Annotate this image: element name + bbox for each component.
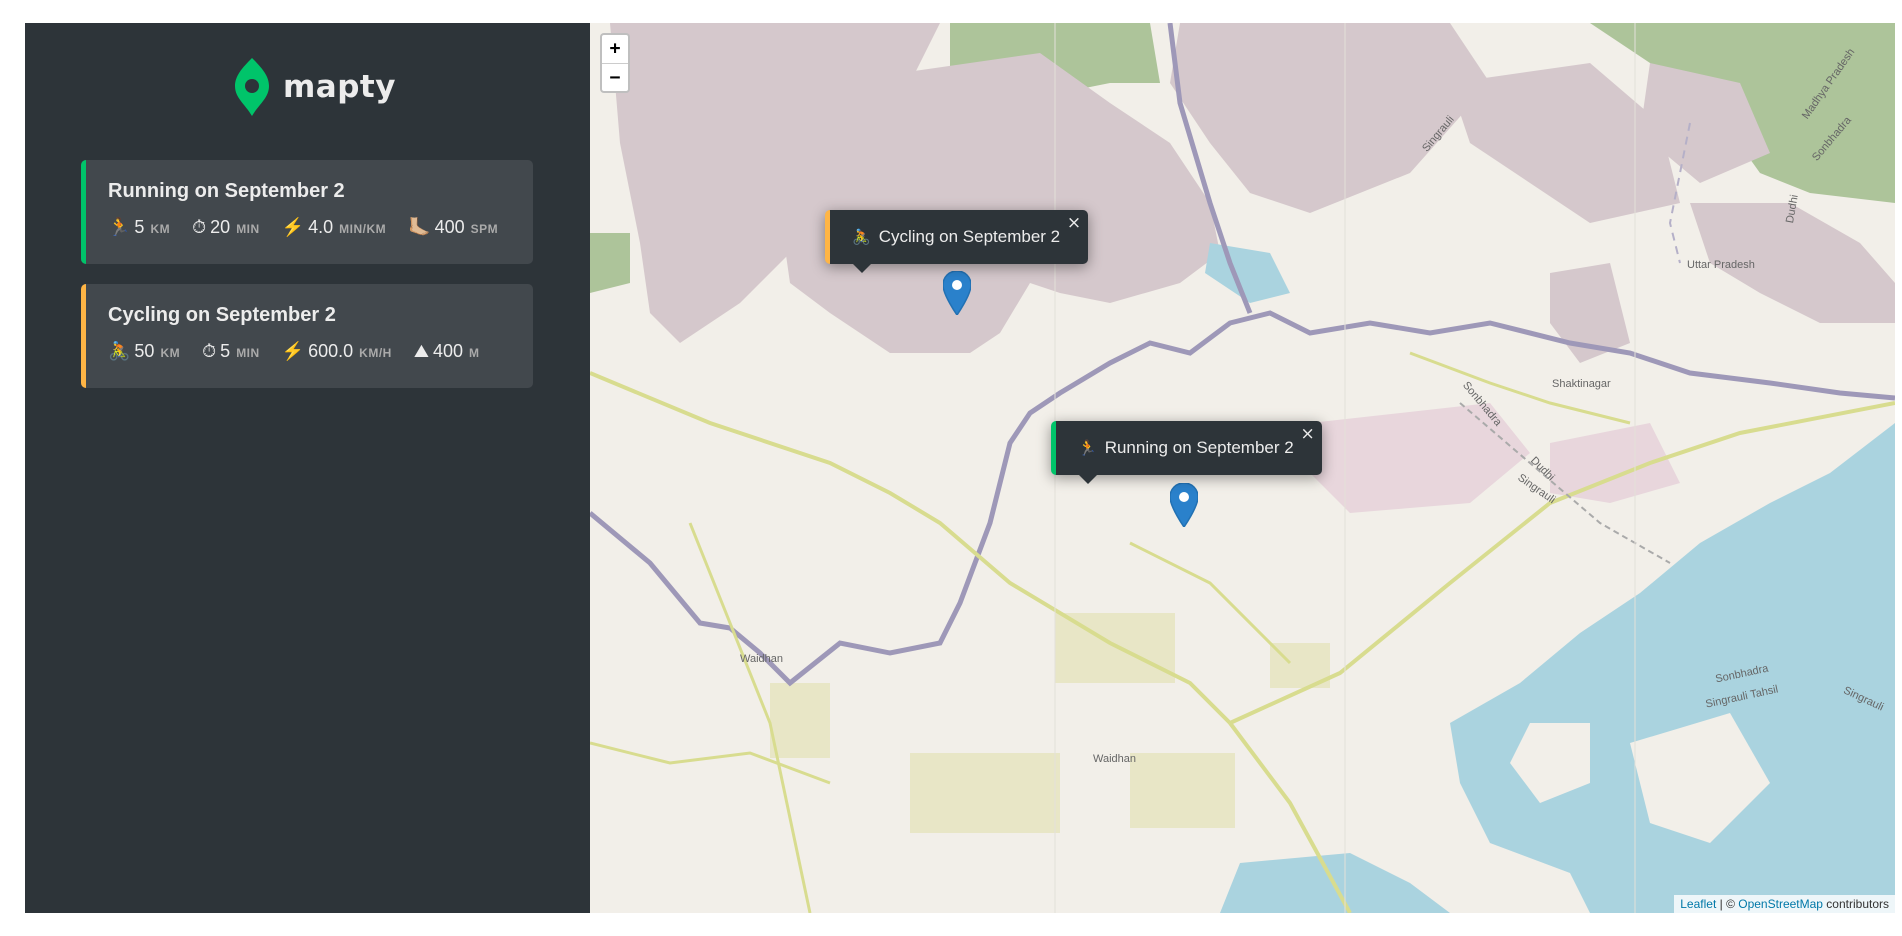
mountain-icon: ⛰ <box>413 341 429 361</box>
runner-icon: 🏃 <box>1078 440 1097 457</box>
distance-value: 50 <box>134 341 155 361</box>
runner-icon: 🏃 <box>108 217 131 237</box>
popup-label: Running on September 2 <box>1104 438 1294 457</box>
speed-value: 600.0 <box>308 341 354 361</box>
map-attribution: Leaflet | © OpenStreetMap contributors <box>1674 895 1895 913</box>
duration-unit: min <box>236 222 260 236</box>
place-label: Waidhan <box>740 653 784 665</box>
map-marker-running[interactable] <box>1170 483 1198 527</box>
workout-distance: 🚴 50 km <box>108 341 180 362</box>
place-label: Shaktinagar <box>1552 378 1611 390</box>
osm-link[interactable]: OpenStreetMap <box>1738 897 1823 911</box>
workout-item-cycling[interactable]: Cycling on September 2 🚴 50 km ⏱ 5 min ⚡… <box>81 284 533 388</box>
zoom-in-button[interactable]: + <box>602 35 628 63</box>
popup-cycling: 🚴 Cycling on September 2 × <box>825 210 1089 273</box>
duration-value: 20 <box>210 217 231 237</box>
app-container: mapty Running on September 2 🏃 5 km ⏱ 20… <box>25 23 1895 913</box>
stopwatch-icon: ⏱ <box>202 341 217 361</box>
logo: mapty <box>235 58 396 116</box>
place-label: Waidhan <box>1093 753 1137 765</box>
distance-unit: km <box>150 222 171 236</box>
map[interactable]: Waidhan Waidhan Shaktinagar Uttar Prades… <box>590 23 1895 913</box>
workout-cadence: 🦶🏼 400 spm <box>408 217 498 238</box>
duration-value: 5 <box>220 341 231 361</box>
workout-duration: ⏱ 20 min <box>192 217 260 238</box>
pace-unit: min/km <box>339 222 387 236</box>
cadence-unit: spm <box>470 222 499 236</box>
elevation-unit: m <box>469 346 480 360</box>
workout-title: Running on September 2 <box>108 180 345 202</box>
sidebar: mapty Running on September 2 🏃 5 km ⏱ 20… <box>25 23 590 913</box>
distance-unit: km <box>160 346 181 360</box>
workout-duration: ⏱ 5 min <box>202 341 260 362</box>
place-label: Uttar Pradesh <box>1687 259 1755 271</box>
pace-value: 4.0 <box>308 217 334 237</box>
attribution-separator: | © <box>1716 897 1739 911</box>
workout-item-running[interactable]: Running on September 2 🏃 5 km ⏱ 20 min ⚡… <box>81 160 533 264</box>
leaflet-link[interactable]: Leaflet <box>1680 897 1716 911</box>
zoom-control: + − <box>600 33 630 93</box>
workout-details: 🏃 5 km ⏱ 20 min ⚡️ 4.0 min/km <box>108 217 503 238</box>
workout-distance: 🏃 5 km <box>108 217 170 238</box>
lightning-icon: ⚡️ <box>281 341 305 361</box>
speed-unit: km/h <box>359 346 392 360</box>
close-icon[interactable]: × <box>1067 213 1081 233</box>
lightning-icon: ⚡️ <box>281 217 305 237</box>
workout-elevation: ⛰ 400 m <box>414 341 480 362</box>
cyclist-icon: 🚴 <box>852 229 871 246</box>
workout-title: Cycling on September 2 <box>108 304 336 326</box>
logo-text: mapty <box>283 69 396 105</box>
elevation-value: 400 <box>432 341 463 361</box>
attribution-suffix: contributors <box>1822 897 1889 911</box>
popup-label: Cycling on September 2 <box>878 227 1061 246</box>
duration-unit: min <box>236 346 260 360</box>
cadence-value: 400 <box>434 217 465 237</box>
foot-icon: 🦶🏼 <box>408 217 431 237</box>
workout-pace: ⚡️ 4.0 min/km <box>282 217 386 238</box>
cyclist-icon: 🚴 <box>108 341 131 361</box>
popup-running: 🏃 Running on September 2 × <box>1051 421 1322 484</box>
close-icon[interactable]: × <box>1300 424 1314 444</box>
workout-details: 🚴 50 km ⏱ 5 min ⚡️ 600.0 km/h <box>108 341 503 362</box>
map-pin-logo-icon <box>235 58 269 116</box>
stopwatch-icon: ⏱ <box>192 217 207 237</box>
zoom-out-button[interactable]: − <box>602 63 628 91</box>
workout-speed: ⚡️ 600.0 km/h <box>282 341 392 362</box>
map-marker-cycling[interactable] <box>943 271 971 315</box>
workout-list: Running on September 2 🏃 5 km ⏱ 20 min ⚡… <box>81 160 533 408</box>
distance-value: 5 <box>134 217 145 237</box>
